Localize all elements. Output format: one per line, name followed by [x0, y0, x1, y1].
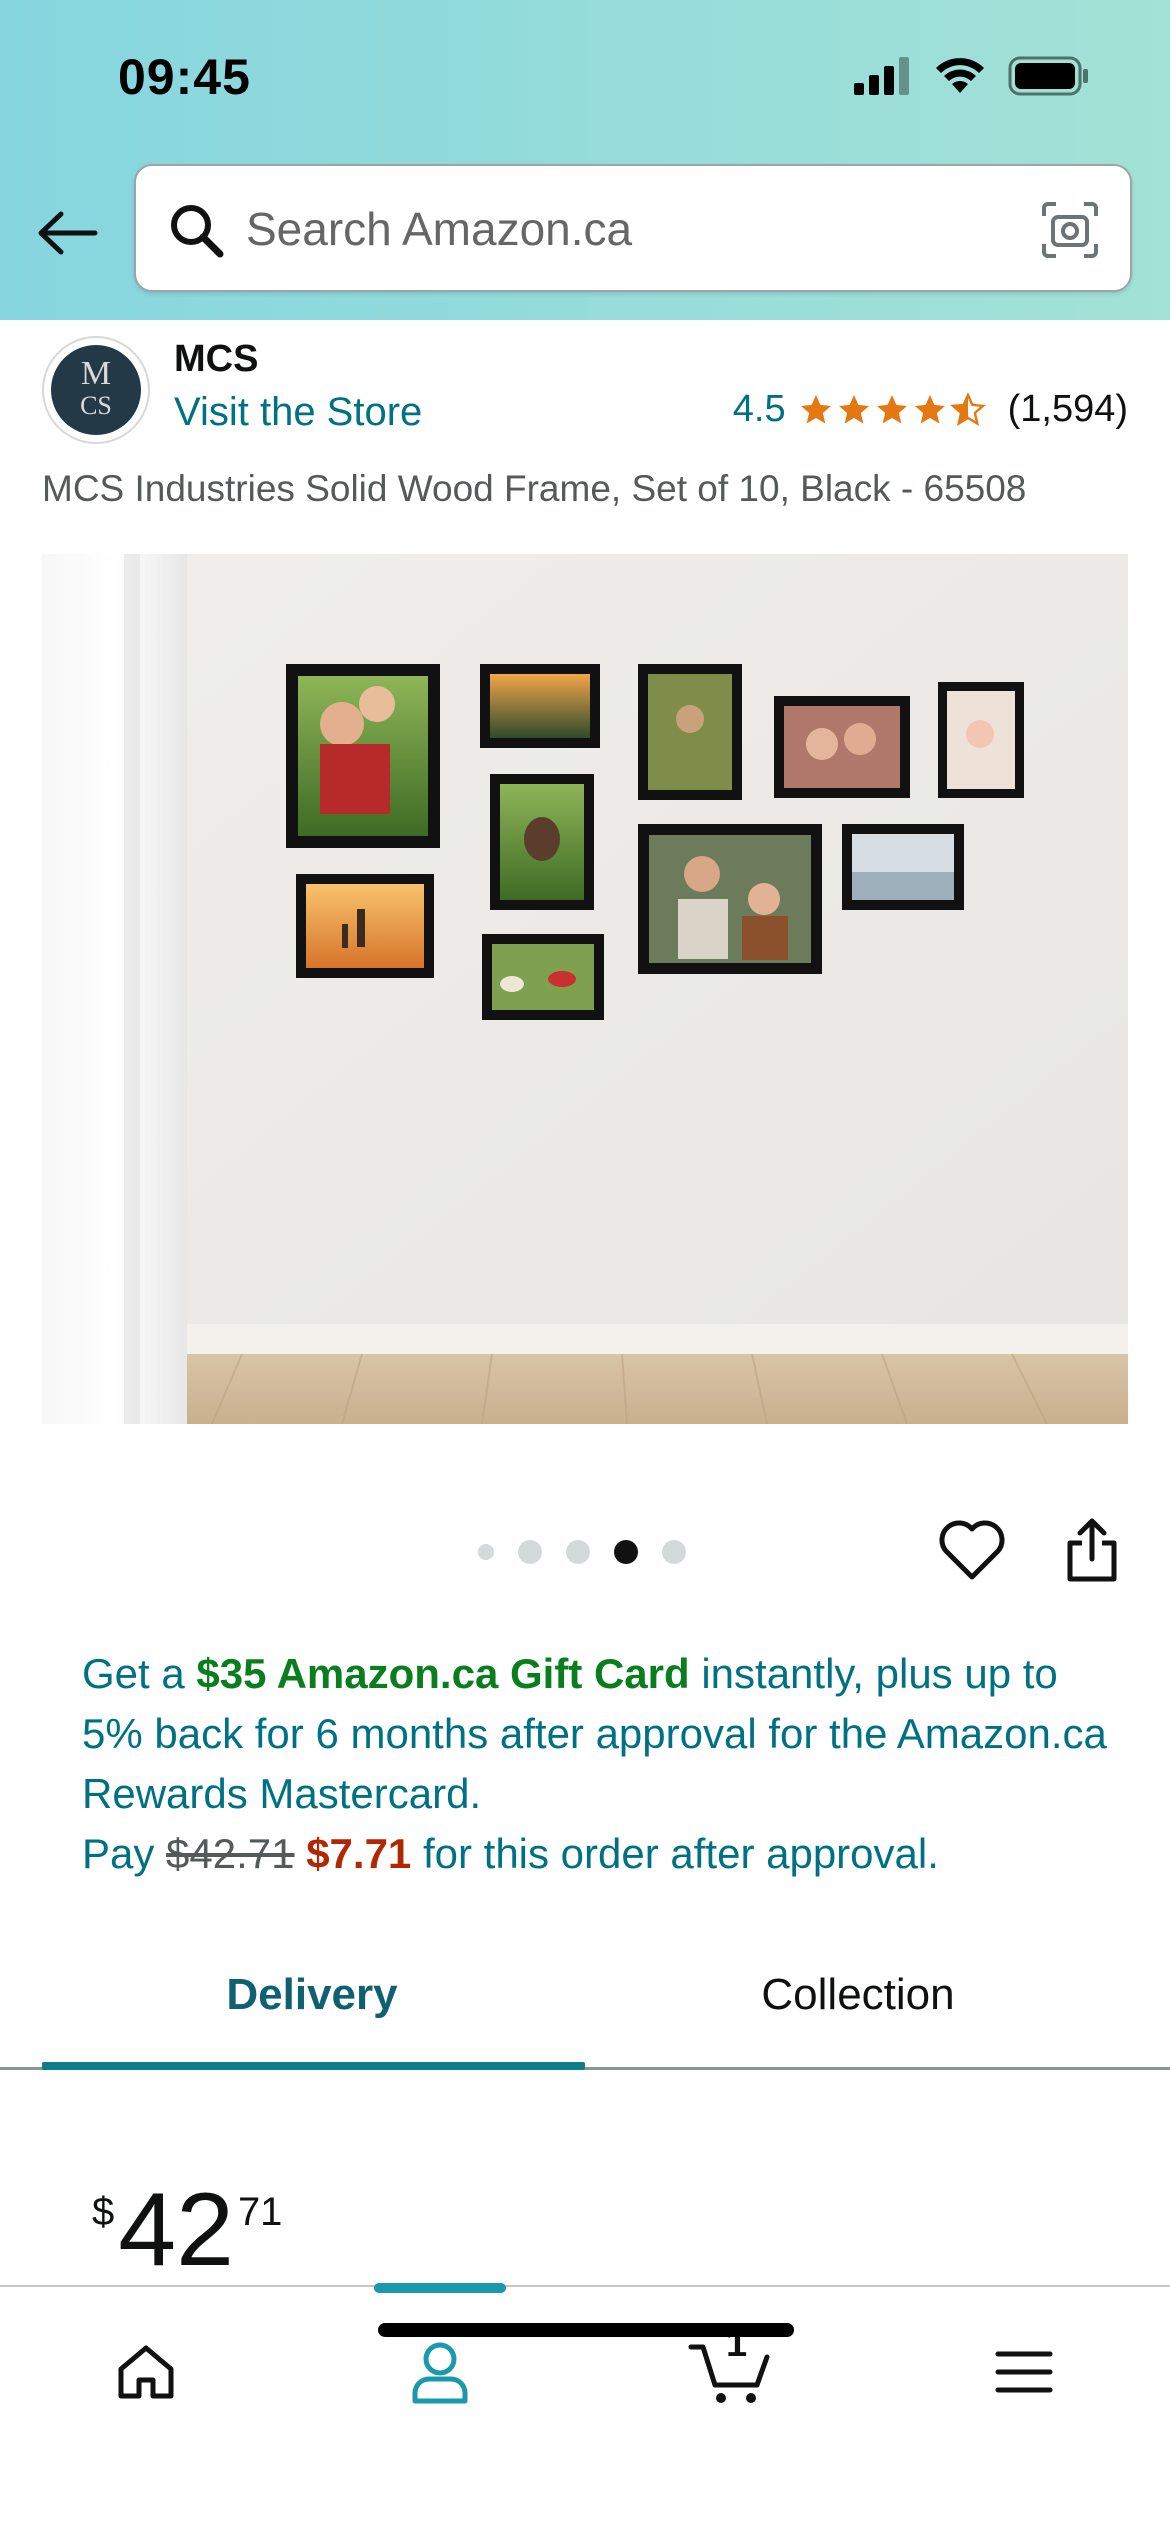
nav-home[interactable]	[86, 2327, 206, 2417]
price-fraction: 71	[237, 2190, 283, 2234]
promo-pay-label: Pay	[82, 1830, 167, 1877]
brand-logo-mark: M CS	[51, 345, 141, 435]
home-icon	[118, 2345, 174, 2399]
share-button[interactable]	[1062, 1515, 1122, 1585]
header: 09:45	[0, 0, 1170, 320]
carousel-dot[interactable]	[662, 1540, 686, 1564]
fulfillment-tabs: Delivery Collection	[0, 1940, 1170, 2070]
carousel-dot[interactable]	[566, 1540, 590, 1564]
star-icon	[838, 394, 869, 423]
star-icon	[876, 394, 907, 423]
visit-store-link[interactable]: Visit the Store	[174, 390, 422, 435]
nav-menu[interactable]	[964, 2327, 1084, 2417]
promo-gift-card: $35 Amazon.ca Gift Card	[196, 1650, 690, 1697]
nav-active-indicator	[374, 2283, 506, 2293]
rating-value: 4.5	[732, 388, 786, 430]
promo-pay-suffix: for this order after approval.	[411, 1830, 939, 1877]
carousel-dot-active[interactable]	[614, 1540, 638, 1564]
price-whole: 42	[118, 2172, 234, 2288]
search-input[interactable]	[246, 184, 1026, 274]
brand-logo-text-top: M	[80, 355, 112, 392]
wishlist-button[interactable]	[936, 1515, 1008, 1587]
product-price: $ 42 71	[92, 2178, 282, 2282]
wifi-icon	[936, 58, 984, 93]
menu-icon	[995, 2351, 1053, 2393]
carousel-dots[interactable]	[478, 1540, 686, 1564]
back-button[interactable]	[30, 195, 106, 271]
status-icons	[854, 56, 1090, 96]
star-rating	[798, 391, 986, 428]
battery-icon	[1008, 56, 1088, 96]
tab-active-indicator	[42, 2062, 585, 2070]
star-icon	[914, 394, 945, 423]
brand-name: MCS	[174, 338, 259, 380]
signal-icon	[854, 57, 909, 95]
brand-logo[interactable]: M CS	[42, 336, 150, 444]
nav-account[interactable]	[380, 2327, 500, 2417]
product-photo	[42, 554, 1128, 1424]
credit-card-promo[interactable]: Get a $35 Amazon.ca Gift Card instantly,…	[82, 1644, 1122, 1884]
brand-logo-text-bottom: CS	[80, 391, 112, 420]
product-title: MCS Industries Solid Wood Frame, Set of …	[42, 468, 1027, 509]
tab-delivery[interactable]: Delivery	[42, 1970, 582, 2020]
product-image[interactable]	[42, 554, 1128, 1424]
nav-cart[interactable]: 1	[670, 2323, 790, 2417]
search-bar[interactable]	[134, 164, 1132, 292]
home-indicator	[378, 2323, 794, 2337]
promo-old-price: $42.71	[166, 1830, 295, 1877]
price-symbol: $	[92, 2190, 115, 2234]
half-star-icon	[949, 391, 986, 426]
account-icon	[412, 2342, 468, 2404]
carousel-dot[interactable]	[518, 1540, 542, 1564]
rating[interactable]: 4.5 (1,594)	[733, 388, 1128, 431]
star-icon	[800, 394, 831, 423]
camera-search-icon[interactable]	[1040, 200, 1100, 260]
arrow-left-icon	[38, 211, 98, 255]
rating-count: (1,594)	[1007, 388, 1128, 430]
share-icon	[1067, 1518, 1117, 1582]
promo-text: Get a	[82, 1650, 197, 1697]
search-icon	[171, 205, 224, 258]
carousel-dot[interactable]	[478, 1544, 494, 1560]
heart-icon	[939, 1520, 1005, 1580]
promo-new-price: $7.71	[306, 1830, 412, 1877]
status-time: 09:45	[118, 49, 251, 105]
tab-collection[interactable]: Collection	[588, 1970, 1128, 2020]
